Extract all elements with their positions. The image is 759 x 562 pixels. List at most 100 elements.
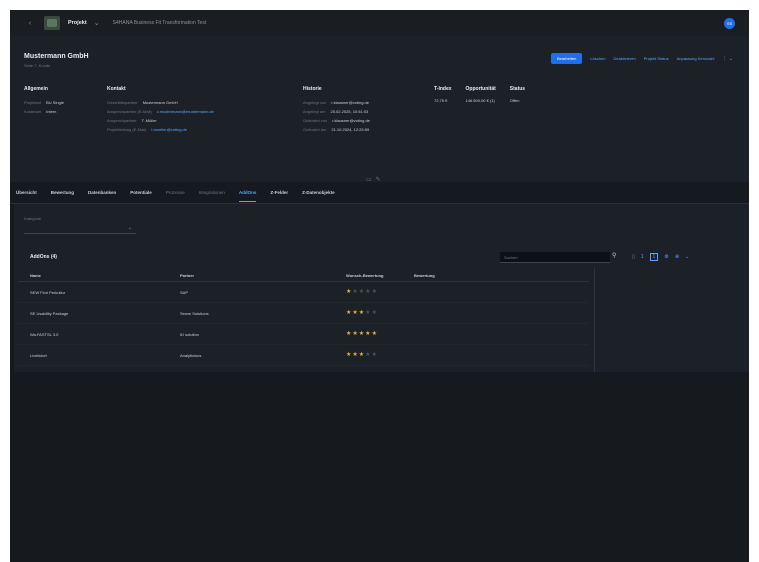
- section-historie: Historie Angelegt von r.klausner@voting.d…: [303, 86, 370, 134]
- export-icon[interactable]: ⊕: [675, 254, 679, 260]
- star-icon[interactable]: ★: [372, 289, 377, 295]
- addon-partner: Analyticlous: [180, 352, 202, 358]
- deactivate-button[interactable]: Deaktivieren: [613, 56, 635, 61]
- search-input[interactable]: Suchen: [500, 252, 610, 263]
- metric-t-index: T-Index 72,75 €: [434, 86, 452, 103]
- chevron-down-icon[interactable]: ⌄: [91, 17, 103, 29]
- field-label: Projektart: [24, 100, 42, 105]
- addons-table: Name Partner Wunsch-Bewertung Bewertung …: [18, 270, 589, 366]
- addons-table-panel: AddOns (4) Suchen ⚲ ▯ 1 1 ⚙ ⊕ ⌄ Name Par…: [14, 246, 749, 372]
- table-row[interactable]: SEW Fiori Perkultur SAP ★ ★ ★ ★ ★: [18, 282, 589, 303]
- star-icon[interactable]: ★: [365, 310, 370, 316]
- star-icon[interactable]: ★: [365, 352, 370, 358]
- star-icon[interactable]: ★: [352, 331, 357, 337]
- tab-addons[interactable]: AddOns: [238, 184, 257, 202]
- column-settings-icon[interactable]: ▯: [632, 254, 635, 260]
- field-value: BU Single: [46, 100, 64, 105]
- addon-name: SE Usability Package: [30, 310, 69, 316]
- star-rating[interactable]: ★ ★ ★ ★ ★: [346, 310, 414, 316]
- filter-dropdown[interactable]: 1: [649, 253, 659, 261]
- header-actions: Bearbeiten Löschen Deaktivieren Projekt …: [550, 53, 733, 64]
- section-allgemein: Allgemein Projektart BU Single Kostenart I…: [24, 86, 64, 116]
- project-status-button[interactable]: Projekt Status: [644, 56, 669, 61]
- page-title: Mustermann GmbH: [24, 53, 89, 60]
- tab-overview[interactable]: Übersicht: [16, 184, 37, 201]
- contact-email-link[interactable]: c.mustermann@mustermann.de: [157, 107, 214, 116]
- column-header-partner[interactable]: Partner: [180, 273, 346, 278]
- back-icon[interactable]: ‹: [24, 17, 36, 29]
- addon-name: Liveticket: [30, 352, 47, 358]
- column-header-name[interactable]: Name: [18, 273, 180, 278]
- tab-processes[interactable]: Prozesse: [166, 184, 185, 201]
- tab-databases[interactable]: Datenbanken: [88, 184, 116, 201]
- table-row[interactable]: Liveticket Analyticlous ★ ★ ★ ★ ★: [18, 345, 589, 366]
- star-icon[interactable]: ★: [352, 352, 357, 358]
- addon-name: Wa.FASTSL 3.0: [30, 331, 59, 337]
- field-label: Projektleitung (E-Mail): [107, 127, 147, 132]
- star-icon[interactable]: ★: [346, 289, 351, 295]
- category-filter-select[interactable]: ⌄: [24, 224, 136, 234]
- more-options-icon[interactable]: ⋮ ⌄: [722, 56, 733, 62]
- tab-integrations[interactable]: Integrationen: [199, 184, 225, 201]
- adjust-kpi-button[interactable]: Anpassung Kennzahl: [677, 56, 715, 61]
- search-icon[interactable]: ⚲: [612, 252, 616, 259]
- field-label: Angelegt am: [303, 109, 326, 114]
- star-icon[interactable]: ★: [372, 310, 377, 316]
- lead-email-link[interactable]: t.mueller@voting.de: [151, 125, 187, 134]
- table-toolbar: ▯ 1 1 ⚙ ⊕ ⌄: [632, 253, 689, 261]
- avatar[interactable]: SS: [724, 18, 735, 29]
- column-header-wish-rating[interactable]: Wunsch-Bewertung: [346, 273, 414, 278]
- app-window: ‹ Projekt ⌄ S4HANA Business Fit Transfor…: [10, 10, 749, 562]
- breadcrumb: S4HANA Business Fit Transformation Test: [112, 20, 207, 26]
- star-icon[interactable]: ★: [352, 289, 357, 295]
- field-label: Ansprechpartner (E-Mail): [107, 109, 152, 114]
- star-rating[interactable]: ★ ★ ★ ★ ★: [346, 289, 414, 295]
- metric-value: Offen: [509, 98, 520, 103]
- column-header-rating[interactable]: Bewertung: [414, 273, 474, 278]
- table-row[interactable]: Wa.FASTSL 3.0 ID solution ★ ★ ★ ★ ★: [18, 324, 589, 345]
- kpi-metrics: T-Index 72,75 € Opportunität 146.500,00 …: [434, 86, 525, 103]
- star-icon[interactable]: ★: [372, 352, 377, 358]
- app-logo[interactable]: [44, 16, 60, 30]
- star-rating[interactable]: ★ ★ ★ ★ ★: [346, 352, 414, 358]
- star-icon[interactable]: ★: [372, 331, 377, 337]
- project-label[interactable]: Projekt: [68, 20, 87, 26]
- field-value: Mustermann GmbH: [142, 100, 178, 105]
- star-icon[interactable]: ★: [352, 310, 357, 316]
- field-label: Kostenart: [24, 109, 42, 114]
- star-icon[interactable]: ★: [359, 331, 364, 337]
- star-icon[interactable]: ★: [365, 331, 370, 337]
- detail-side-panel: [594, 268, 749, 372]
- field-label: Geschäftspartner: [107, 100, 138, 105]
- section-kontakt: Kontakt Geschäftspartner Mustermann GmbH …: [107, 86, 214, 134]
- more-icon[interactable]: ⌄: [685, 254, 689, 260]
- edit-button[interactable]: Bearbeiten: [550, 53, 583, 64]
- star-icon[interactable]: ★: [365, 289, 370, 295]
- star-icon[interactable]: ★: [359, 310, 364, 316]
- section-title: Historie: [303, 86, 322, 92]
- field-label: Angelegt von: [303, 100, 327, 105]
- settings-icon[interactable]: ⚙: [664, 254, 668, 260]
- metric-value: 146.500,00 € (1): [465, 98, 495, 103]
- addon-partner: ID solution: [180, 331, 199, 337]
- star-icon[interactable]: ★: [346, 331, 351, 337]
- tab-rating[interactable]: Bewertung: [51, 184, 74, 201]
- table-row[interactable]: SE Usability Package Sewm Solutions ★ ★ ★ ★ ★: [18, 303, 589, 324]
- top-bar: ‹ Projekt ⌄ S4HANA Business Fit Transfor…: [10, 10, 749, 36]
- field-value: 21.10.2024, 12:25:59: [331, 127, 370, 132]
- tab-potentials[interactable]: Potentiale: [130, 184, 152, 201]
- metric-status: Status Offen: [510, 86, 525, 103]
- chevron-down-icon: ⌄: [127, 225, 132, 231]
- tab-z-dataobjects[interactable]: Z-Datenobjekte: [302, 184, 335, 201]
- field-label: Geändert von: [303, 118, 328, 123]
- delete-button[interactable]: Löschen: [590, 56, 605, 61]
- field-value: Intern: [46, 109, 57, 114]
- star-icon[interactable]: ★: [346, 310, 351, 316]
- filter-count[interactable]: 1: [641, 254, 644, 260]
- star-icon[interactable]: ★: [346, 352, 351, 358]
- star-rating[interactable]: ★ ★ ★ ★ ★: [346, 331, 414, 337]
- star-icon[interactable]: ★: [359, 352, 364, 358]
- star-icon[interactable]: ★: [359, 289, 364, 295]
- addon-partner: SAP: [180, 289, 189, 295]
- tab-z-fields[interactable]: Z-Felder: [270, 184, 288, 201]
